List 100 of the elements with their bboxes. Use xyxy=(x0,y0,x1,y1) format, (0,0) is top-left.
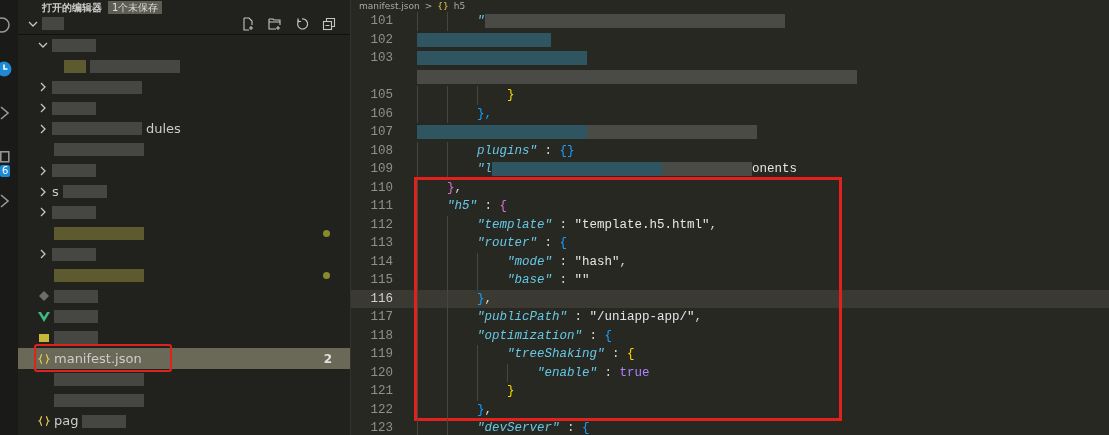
code-token: "optimization" xyxy=(477,328,583,343)
line-number: 109 xyxy=(369,162,393,177)
code-token: "devServer" xyxy=(477,421,560,435)
code-token: : xyxy=(588,328,599,343)
code-token: "publicPath" xyxy=(477,310,567,325)
breadcrumb-item[interactable]: manifest.json xyxy=(359,0,420,12)
square-icon[interactable] xyxy=(0,151,10,163)
code-token: : xyxy=(483,199,494,214)
file-name: manifest.json xyxy=(54,350,142,367)
line-number: 121 xyxy=(369,384,393,399)
line-number: 110 xyxy=(369,180,393,195)
line-number: 112 xyxy=(369,217,393,232)
refresh-icon[interactable] xyxy=(295,16,309,31)
redacted-block xyxy=(52,101,96,115)
line-number: 120 xyxy=(369,365,393,380)
code-token: "/uniapp-app/" xyxy=(589,310,695,325)
new-folder-icon[interactable] xyxy=(268,16,282,31)
code-token: , xyxy=(484,291,493,306)
braces-icon xyxy=(38,415,50,428)
file-name: s xyxy=(52,183,59,200)
code-token: "treeShaking" xyxy=(507,347,605,362)
redacted-block xyxy=(42,17,64,31)
redacted-block xyxy=(52,247,96,261)
code-token: } xyxy=(507,88,515,103)
code-token: true xyxy=(619,365,650,380)
line-number: 105 xyxy=(369,88,393,103)
redacted-block xyxy=(54,310,98,324)
code-token: , xyxy=(694,310,703,325)
square-file-icon xyxy=(38,331,50,344)
code-token: "template" xyxy=(477,217,552,232)
code-token: } xyxy=(477,291,485,306)
code-token: "hash" xyxy=(574,254,620,269)
tree-item[interactable]: pag xyxy=(18,410,350,432)
code-token: , xyxy=(619,254,628,269)
code-token: } xyxy=(447,180,455,195)
code-token: onents xyxy=(752,162,798,177)
code-token: } xyxy=(477,402,485,417)
code-token: : xyxy=(573,310,584,325)
redacted-block xyxy=(62,185,107,199)
code-token: : xyxy=(603,365,614,380)
collapse-all-icon[interactable] xyxy=(322,16,336,31)
code-token: : xyxy=(611,347,621,362)
diamond-icon xyxy=(38,290,50,302)
code-token: : xyxy=(558,273,569,288)
line-number: 122 xyxy=(369,402,393,417)
code-token: , xyxy=(484,402,493,417)
line-number: 111 xyxy=(369,199,393,214)
code-token: : xyxy=(558,254,569,269)
code-token: "h5" xyxy=(447,199,477,214)
line-number: 118 xyxy=(369,328,393,343)
tree-item[interactable] xyxy=(18,14,350,35)
line-number: 108 xyxy=(369,143,393,158)
code-token: { xyxy=(559,236,568,251)
line-number: 117 xyxy=(369,310,393,325)
redacted-block xyxy=(82,414,127,428)
code-token: { xyxy=(627,347,635,362)
code-token: , xyxy=(454,180,463,195)
v-logo-icon xyxy=(38,310,50,323)
line-number: 107 xyxy=(369,125,393,140)
clock-icon[interactable] xyxy=(0,61,13,77)
breadcrumb-separator: > xyxy=(424,0,433,12)
section-title[interactable]: 打开的编辑器 xyxy=(42,0,102,14)
unsaved-badge: 1个未保存 xyxy=(108,0,163,14)
code-token: }, xyxy=(477,106,492,121)
code-token: " xyxy=(477,14,485,29)
line-number: 101 xyxy=(369,14,393,29)
redacted-block xyxy=(52,164,96,178)
breadcrumb-item[interactable]: h5 xyxy=(453,0,466,12)
code-token: : xyxy=(543,143,554,158)
count-badge: 6 xyxy=(0,165,11,177)
new-file-icon[interactable] xyxy=(241,16,255,31)
code-token: "router" xyxy=(477,236,537,251)
redacted-block xyxy=(54,331,98,345)
line-number: 103 xyxy=(369,51,393,66)
code-token: { xyxy=(604,328,613,343)
line-number: 114 xyxy=(369,254,393,269)
code-token: "template.h5.html" xyxy=(574,217,710,232)
chevron-icon[interactable] xyxy=(0,105,10,121)
line-number: 102 xyxy=(369,32,393,47)
tree-item[interactable]: s xyxy=(18,181,350,202)
tree-item[interactable]: dules xyxy=(18,118,350,140)
braces-icon xyxy=(38,352,50,365)
line-number: 113 xyxy=(369,236,393,251)
problem-count: 2 xyxy=(323,351,332,366)
redacted-block xyxy=(54,289,98,303)
line-number: 116 xyxy=(369,291,393,306)
code-token: "mode" xyxy=(507,254,552,269)
breadcrumb-item[interactable]: {} xyxy=(437,0,449,12)
code-token: { xyxy=(582,421,590,435)
file-name: dules xyxy=(146,120,181,137)
redacted-block xyxy=(64,59,86,73)
code-token: : xyxy=(543,236,554,251)
line-number: 123 xyxy=(369,421,393,435)
code-token: {} xyxy=(559,143,575,158)
line-number: 115 xyxy=(369,273,393,288)
code-token: } xyxy=(507,384,515,399)
redacted-block xyxy=(52,205,96,219)
code-token: "base" xyxy=(507,273,552,288)
chevron-icon[interactable] xyxy=(0,193,10,209)
code-token: : xyxy=(566,421,576,435)
